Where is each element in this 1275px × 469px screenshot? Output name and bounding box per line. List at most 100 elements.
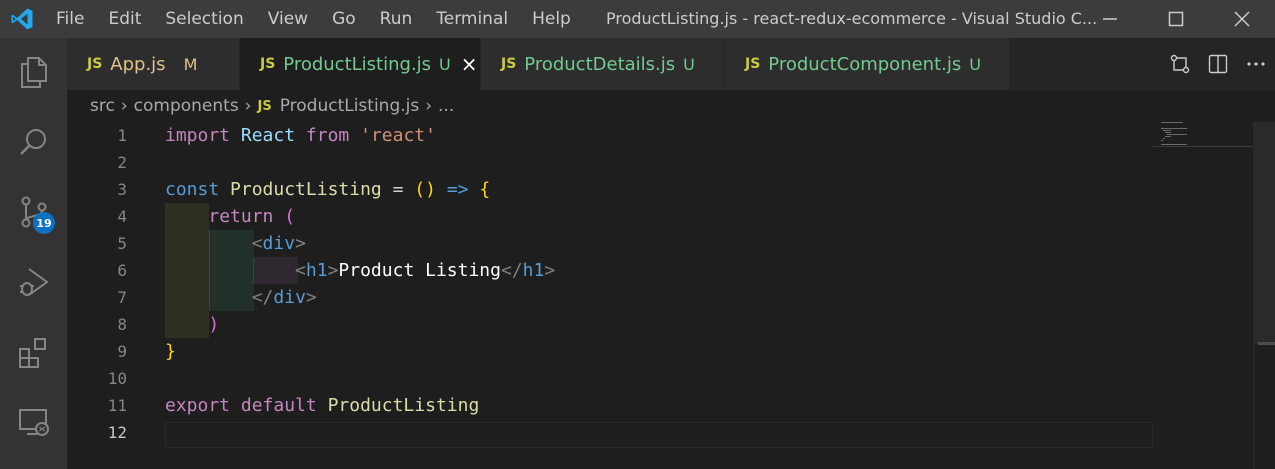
code-line: 11 export default ProductListing — [67, 392, 1153, 419]
title-bar: File Edit Selection View Go Run Terminal… — [0, 0, 1275, 38]
minimap-line — [1161, 140, 1163, 141]
maximize-button[interactable] — [1143, 0, 1209, 38]
tab-product-details-js[interactable]: JS ProductDetails.js U — [481, 38, 725, 90]
breadcrumb-src[interactable]: src — [90, 96, 115, 116]
tab-untracked-status: U — [969, 54, 981, 74]
js-file-icon: JS — [260, 56, 276, 72]
close-icon — [1234, 11, 1250, 27]
menu-edit[interactable]: Edit — [96, 0, 153, 38]
menu-help[interactable]: Help — [520, 0, 583, 38]
code-line: 8 ) — [67, 311, 1153, 338]
code-editor[interactable]: 1 import React from 'react' 2 3 const Pr… — [67, 122, 1153, 469]
menu-run[interactable]: Run — [368, 0, 425, 38]
run-debug-icon — [19, 268, 49, 296]
line-number: 8 — [117, 315, 127, 334]
split-editor-icon — [1208, 54, 1228, 74]
line-number: 4 — [117, 207, 127, 226]
menu-bar: File Edit Selection View Go Run Terminal… — [44, 0, 583, 38]
line-number: 7 — [117, 288, 127, 307]
remote-explorer-button[interactable] — [0, 392, 67, 452]
js-file-icon: JS — [501, 56, 517, 72]
code-line: 5 <div> — [67, 230, 1153, 257]
line-number: 5 — [117, 234, 127, 253]
line-number: 6 — [117, 261, 127, 280]
code-line: 12 — [67, 419, 1153, 446]
explorer-button[interactable] — [0, 42, 67, 102]
minimap-line — [1163, 130, 1171, 131]
minimap-line — [1161, 144, 1187, 145]
maximize-icon — [1168, 11, 1184, 27]
tab-close-icon[interactable]: × — [461, 52, 478, 76]
activity-bar: 19 — [0, 38, 67, 469]
remote-explorer-icon — [18, 409, 49, 436]
tab-label: ProductListing.js — [283, 53, 432, 75]
line-number: 12 — [107, 423, 127, 442]
js-file-icon: JS — [745, 56, 761, 72]
line-number: 11 — [107, 396, 127, 415]
tab-app-js[interactable]: JS App.js M — [67, 38, 240, 90]
minimize-button[interactable] — [1077, 0, 1143, 38]
minimap-line — [1167, 134, 1187, 135]
editor-tab-bar: JS App.js M JS ProductListing.js U × JS … — [67, 38, 1275, 90]
window-controls — [1077, 0, 1275, 38]
run-debug-button[interactable] — [0, 252, 67, 312]
source-control-button[interactable]: 19 — [0, 182, 67, 242]
code-text: const ProductListing = () => { — [165, 179, 491, 200]
close-window-button[interactable] — [1209, 0, 1275, 38]
search-button[interactable] — [0, 112, 67, 172]
more-icon — [1247, 62, 1265, 66]
code-text: } — [165, 341, 176, 362]
split-editor-button[interactable] — [1199, 38, 1237, 90]
code-text: return ( — [208, 206, 296, 227]
minimap-line — [1161, 128, 1187, 129]
code-text: <h1>Product Listing</h1> — [295, 260, 556, 281]
menu-terminal[interactable]: Terminal — [424, 0, 520, 38]
minimap-cursor-line — [1153, 146, 1253, 147]
vscode-logo-icon[interactable] — [0, 0, 44, 38]
code-text: export default ProductListing — [165, 395, 480, 416]
code-line: 7 </div> — [67, 284, 1153, 311]
extensions-icon — [18, 338, 46, 368]
tab-label: ProductComponent.js — [768, 53, 962, 75]
code-line: 1 import React from 'react' — [67, 122, 1153, 149]
code-line: 6 <h1>Product Listing</h1> — [67, 257, 1153, 284]
line-number: 2 — [117, 153, 127, 172]
minimap[interactable] — [1153, 122, 1253, 469]
extensions-button[interactable] — [0, 322, 67, 382]
breadcrumb-components[interactable]: components — [134, 96, 239, 116]
source-control-badge: 19 — [33, 212, 55, 234]
tab-product-component-js[interactable]: JS ProductComponent.js U — [725, 38, 1010, 90]
scrollbar-thumb[interactable] — [1253, 122, 1275, 344]
tab-product-listing-js[interactable]: JS ProductListing.js U × — [240, 38, 481, 90]
line-number: 1 — [117, 126, 127, 145]
chevron-right-icon: › — [425, 96, 433, 116]
code-line: 2 — [67, 149, 1153, 176]
code-text: <div> — [251, 233, 306, 254]
breadcrumb: src › components › JS ProductListing.js … — [67, 90, 1275, 122]
menu-file[interactable]: File — [44, 0, 96, 38]
minimap-line — [1161, 122, 1183, 123]
menu-selection[interactable]: Selection — [153, 0, 255, 38]
minimap-line — [1165, 136, 1171, 137]
minimize-icon — [1103, 18, 1117, 20]
line-number: 3 — [117, 180, 127, 199]
code-line: 10 — [67, 365, 1153, 392]
js-file-icon: JS — [257, 98, 272, 114]
menu-view[interactable]: View — [256, 0, 320, 38]
minimap-line — [1165, 132, 1171, 133]
tab-untracked-status: U — [439, 54, 451, 74]
js-file-icon: JS — [87, 56, 103, 72]
more-actions-button[interactable] — [1237, 38, 1275, 90]
code-text: ) — [208, 314, 220, 335]
tab-modified-status: M — [183, 54, 198, 74]
menu-go[interactable]: Go — [320, 0, 368, 38]
breadcrumb-file[interactable]: ProductListing.js — [280, 96, 420, 116]
open-changes-button[interactable] — [1161, 38, 1199, 90]
files-icon — [20, 57, 47, 88]
code-line: 4 return ( — [67, 203, 1153, 230]
scrollbar-cursor-marker — [1258, 342, 1275, 345]
breadcrumb-symbol[interactable]: ... — [438, 96, 454, 116]
tab-untracked-status: U — [683, 54, 695, 74]
chevron-right-icon: › — [244, 96, 252, 116]
window-title: ProductListing.js - react-redux-ecommerc… — [606, 9, 1098, 28]
